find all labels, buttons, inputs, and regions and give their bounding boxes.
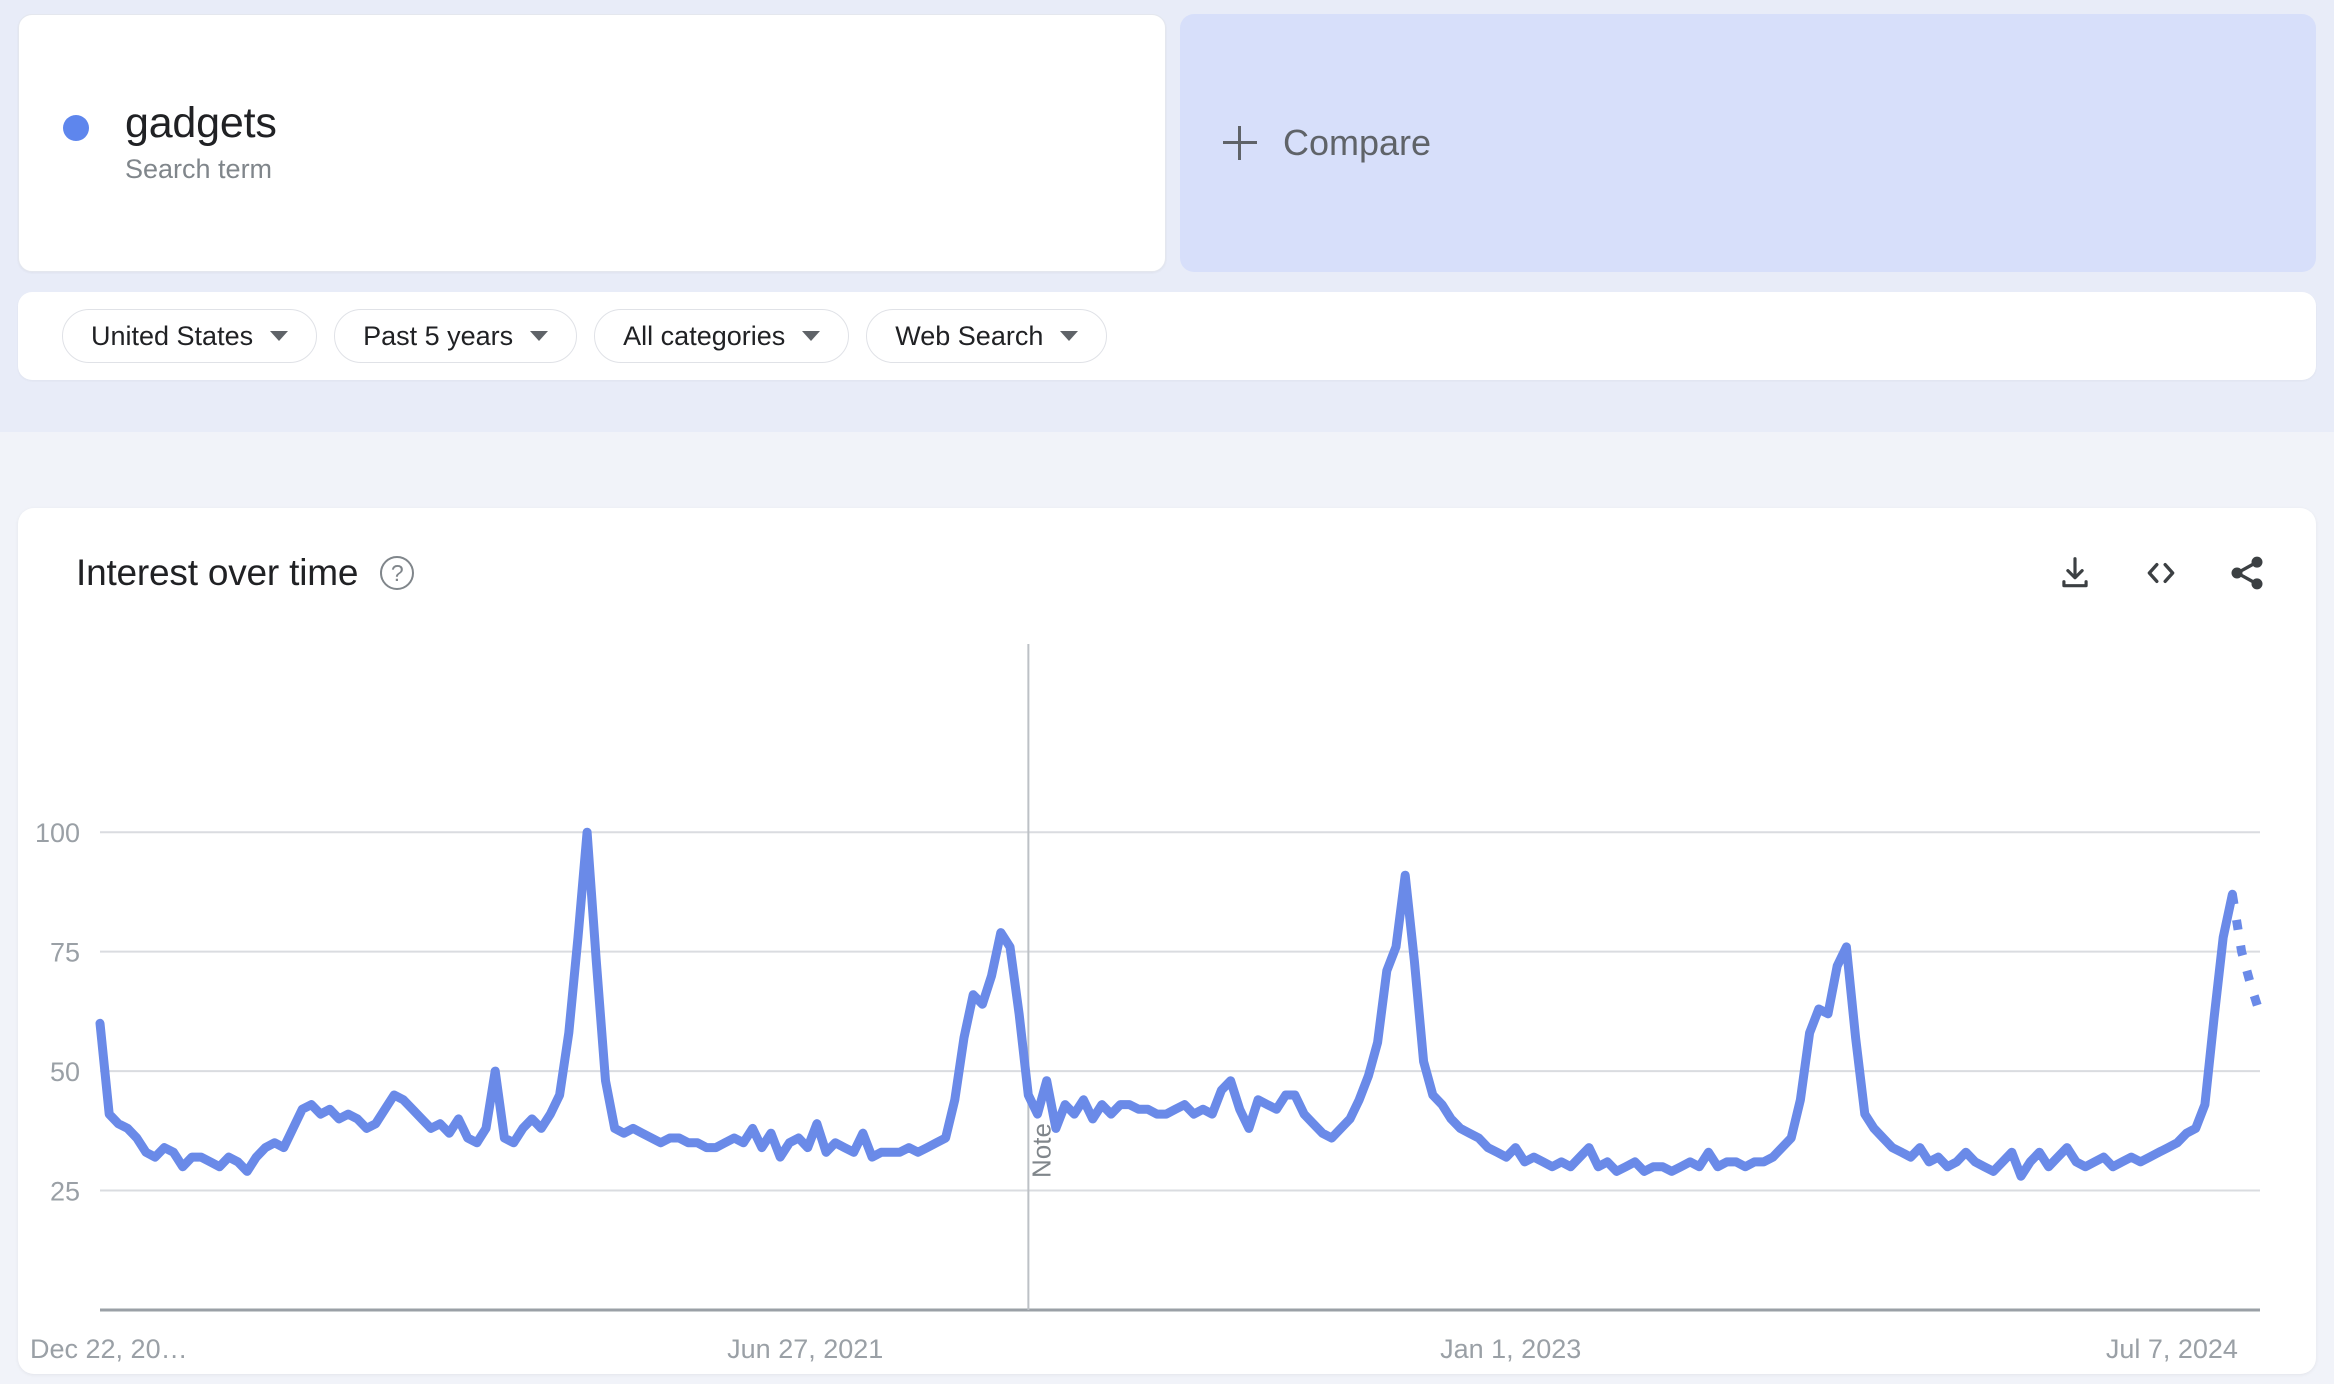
chevron-down-icon: [270, 331, 289, 341]
code-embed-icon[interactable]: [2140, 552, 2182, 594]
plus-icon: [1223, 126, 1257, 160]
page-title: Interest over time: [76, 552, 359, 593]
series-color-dot: [63, 114, 89, 141]
search-term-type-label: Search term: [125, 154, 273, 185]
x-axis-tick-label: Dec 22, 20…: [30, 1334, 188, 1364]
help-circle-icon[interactable]: ?: [380, 556, 415, 590]
filter-bar: United States Past 5 years All categorie…: [18, 292, 2316, 380]
interest-over-time-plot[interactable]: 25 50 75 100 Note Dec 22, 20… Jun 27, 2021 Jan …: [18, 638, 2316, 1374]
y-axis-tick-label: 75: [50, 938, 80, 968]
time-range-filter-label: Past 5 years: [363, 320, 514, 351]
category-filter[interactable]: All categories: [594, 309, 850, 363]
chart-actions: [2054, 552, 2268, 594]
search-type-filter[interactable]: Web Search: [866, 309, 1108, 363]
category-filter-label: All categories: [623, 320, 786, 351]
search-term-card[interactable]: gadgets Search term: [18, 14, 1166, 272]
chevron-down-icon: [530, 331, 549, 341]
time-range-filter[interactable]: Past 5 years: [334, 309, 578, 363]
location-filter[interactable]: United States: [62, 309, 318, 363]
search-term-label: gadgets: [125, 98, 277, 147]
compare-label: Compare: [1283, 122, 1432, 163]
download-icon[interactable]: [2054, 552, 2096, 594]
share-icon[interactable]: [2226, 552, 2268, 594]
y-axis-tick-label: 25: [50, 1177, 80, 1207]
chevron-down-icon: [1060, 331, 1079, 341]
chart-header: Interest over time ?: [18, 508, 2316, 638]
series-line-partial-data: [2227, 893, 2265, 1016]
trends-line-chart[interactable]: 255075100NoteDec 22, 20… Jun 27, 2021 Jan …: [18, 638, 2316, 1374]
interest-over-time-card: Interest over time ? 25 50 75 100 Note D…: [18, 508, 2316, 1374]
y-axis-tick-label: 50: [50, 1057, 80, 1087]
compare-button[interactable]: Compare: [1180, 14, 2316, 272]
chevron-down-icon: [802, 331, 821, 341]
location-filter-label: United States: [91, 320, 254, 351]
search-type-filter-label: Web Search: [895, 320, 1044, 351]
series-line-gadgets: [95, 827, 2237, 1181]
x-axis-tick-label: Jan 1, 2023: [1440, 1334, 1581, 1364]
x-axis-tick-label: Jun 27, 2021: [727, 1334, 883, 1364]
query-row: gadgets Search term Compare: [0, 0, 2334, 290]
y-axis-tick-label: 100: [35, 818, 80, 848]
x-axis-tick-label: Jul 7, 2024: [2106, 1334, 2238, 1364]
